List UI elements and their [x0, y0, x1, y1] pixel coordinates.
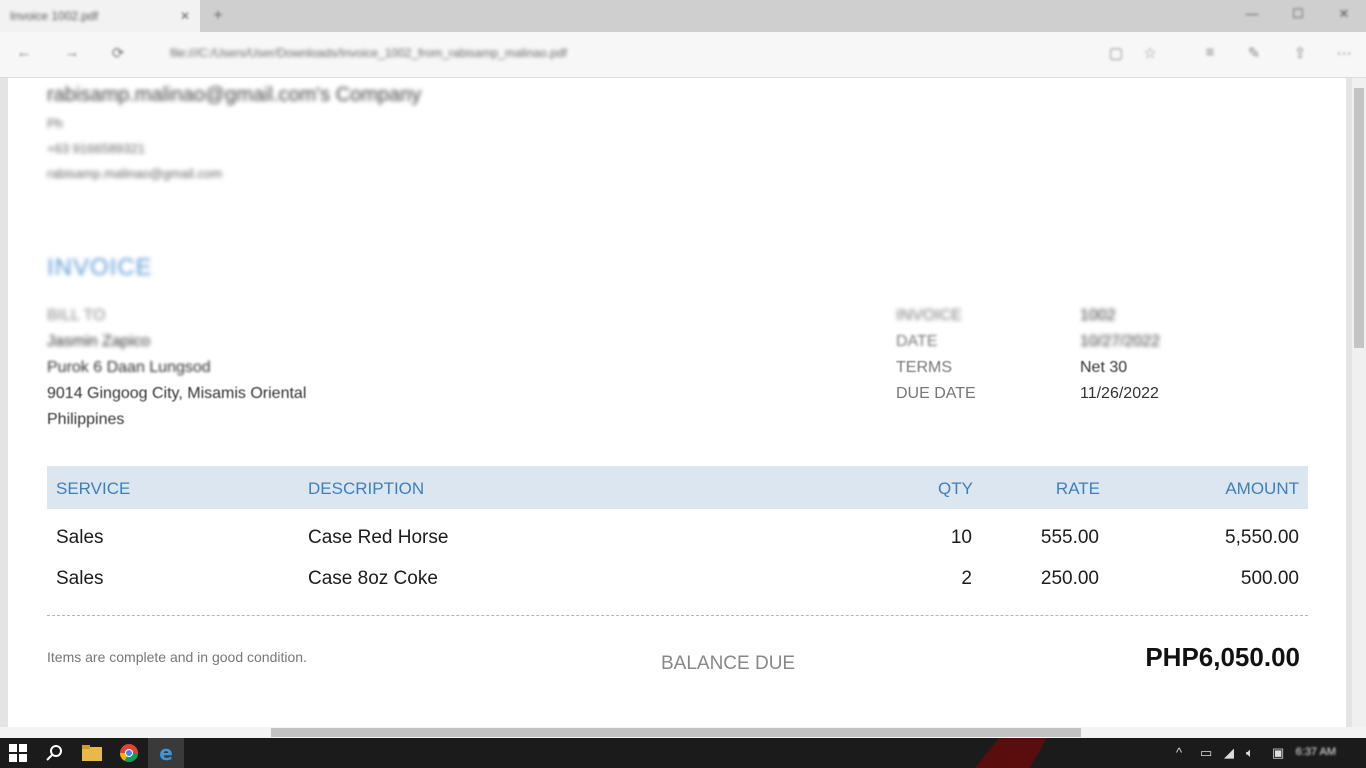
tray-chevron-icon[interactable]: ^: [1176, 745, 1182, 760]
reading-view-icon[interactable]: ▢: [1104, 44, 1128, 66]
items-table-header: SERVICE DESCRIPTION QTY RATE AMOUNT: [47, 466, 1308, 509]
row-description: Case 8oz Coke: [308, 568, 438, 589]
invoice-number-label: INVOICE: [896, 307, 962, 324]
horizontal-scroll-thumb[interactable]: [271, 728, 1081, 737]
network-icon[interactable]: ◢: [1224, 745, 1234, 761]
favorites-hub-icon[interactable]: ≡: [1198, 44, 1222, 66]
row-qty: 2: [961, 568, 972, 589]
due-date-label: DUE DATE: [896, 385, 976, 402]
bill-to-name: Jasmin Zapico: [47, 333, 151, 350]
row-service: Sales: [56, 568, 104, 589]
date-value: 10/27/2022: [1080, 333, 1161, 350]
volume-icon[interactable]: 🔈︎: [1246, 745, 1254, 761]
row-rate: 250.00: [1040, 568, 1099, 589]
row-description: Case Red Horse: [308, 527, 449, 548]
notes-icon[interactable]: ✎: [1242, 44, 1266, 66]
row-qty: 10: [950, 527, 972, 548]
bill-to-street: Purok 6 Daan Lungsod: [47, 359, 211, 376]
url-field[interactable]: file:///C:/Users/User/Downloads/Invoice_…: [170, 46, 1070, 64]
date-label: DATE: [896, 333, 938, 350]
due-date-value: 11/26/2022: [1080, 385, 1159, 402]
row-amount: 5,550.00: [1225, 527, 1299, 548]
share-icon[interactable]: ⇪: [1288, 44, 1312, 66]
terms-value: Net 30: [1080, 359, 1128, 376]
tab-bar: Invoice 1002.pdf ✕ + — ☐ ✕: [0, 0, 1366, 32]
terms-label: TERMS: [896, 359, 952, 376]
maximize-button[interactable]: ☐: [1286, 6, 1310, 26]
close-tab-icon[interactable]: ✕: [180, 9, 190, 23]
close-window-button[interactable]: ✕: [1332, 6, 1356, 26]
amount-column-header: AMOUNT: [1225, 479, 1299, 498]
forward-arrow-icon[interactable]: →: [60, 44, 84, 66]
qty-column-header: QTY: [938, 479, 973, 498]
company-phone: +63 9166589321: [47, 141, 145, 156]
notification-icon[interactable]: ▣: [1272, 745, 1284, 761]
balance-due-label: BALANCE DUE: [661, 653, 796, 674]
rate-column-header: RATE: [1055, 479, 1100, 498]
system-clock[interactable]: 6:37 AM: [1296, 746, 1336, 758]
more-icon[interactable]: ⋯: [1332, 44, 1356, 66]
vertical-scrollbar[interactable]: [1352, 78, 1366, 727]
company-name: rabisamp.malinao@gmail.com's Company: [47, 84, 422, 106]
tab-title: Invoice 1002.pdf: [10, 9, 99, 23]
balance-due-value: PHP6,050.00: [1145, 642, 1300, 672]
chrome-icon[interactable]: [111, 738, 147, 768]
invoice-page: rabisamp.malinao@gmail.com's Company Ph …: [8, 78, 1346, 727]
taskbar: e ^ ▭ ◢ 🔈︎ ▣ 6:37 AM: [0, 738, 1366, 768]
minimize-button[interactable]: —: [1240, 6, 1264, 26]
description-column-header: DESCRIPTION: [308, 479, 425, 498]
file-explorer-icon[interactable]: [74, 738, 110, 768]
row-amount: 500.00: [1240, 568, 1299, 589]
row-rate: 555.00: [1040, 527, 1099, 548]
new-tab-button[interactable]: +: [208, 6, 228, 26]
bill-to-country: Philippines: [47, 411, 125, 428]
browser-tab[interactable]: Invoice 1002.pdf ✕: [0, 0, 200, 32]
windows-start-icon[interactable]: [0, 738, 36, 768]
refresh-icon[interactable]: ⟳: [106, 44, 130, 66]
invoice-note: Items are complete and in good condition…: [47, 649, 307, 665]
totals-divider: [47, 615, 1308, 616]
search-icon[interactable]: [37, 738, 73, 768]
document-viewport[interactable]: rabisamp.malinao@gmail.com's Company Ph …: [0, 78, 1366, 727]
invoice-number-value: 1002: [1080, 307, 1116, 324]
address-bar: ← → ⟳ file:///C:/Users/User/Downloads/In…: [0, 32, 1366, 78]
vertical-scroll-thumb[interactable]: [1354, 88, 1364, 348]
company-email: rabisamp.malinao@gmail.com: [47, 166, 223, 181]
edge-browser-icon[interactable]: e: [148, 738, 184, 768]
horizontal-scrollbar[interactable]: [0, 727, 1366, 738]
bill-to-label: BILL TO: [47, 307, 106, 324]
bill-to-city: 9014 Gingoog City, Misamis Oriental: [47, 385, 307, 402]
back-arrow-icon[interactable]: ←: [12, 44, 36, 66]
row-service: Sales: [56, 527, 104, 548]
service-column-header: SERVICE: [56, 479, 131, 498]
battery-icon[interactable]: ▭: [1200, 745, 1212, 761]
favorite-star-icon[interactable]: ☆: [1138, 44, 1162, 66]
company-address: Ph: [47, 116, 63, 131]
invoice-title: INVOICE: [47, 254, 153, 281]
